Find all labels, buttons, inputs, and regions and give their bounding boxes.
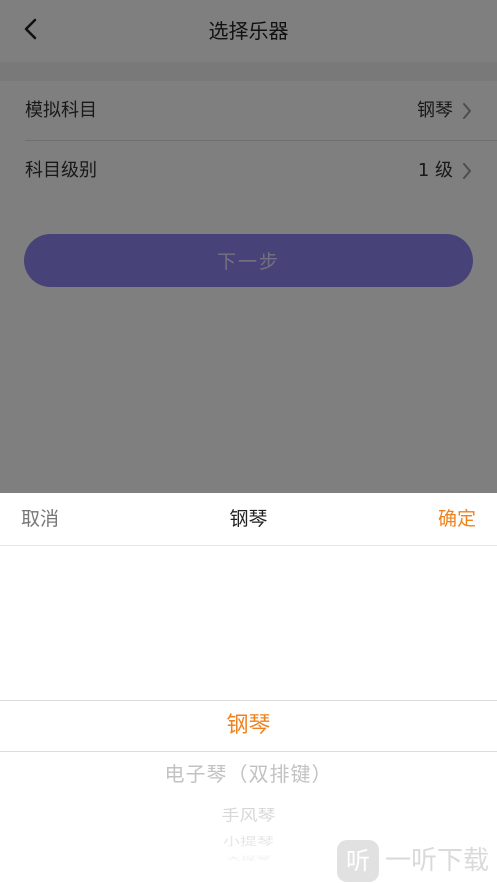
watermark-text: 一听下载 [385,846,490,876]
instrument-picker-sheet: 钢琴 取消 确定 钢琴 电子琴（双排键） 手风琴 小提琴 大提琴 [0,493,497,883]
watermark: 听 一听下载 [337,840,497,883]
picker-option-selected[interactable]: 钢琴 [0,701,497,751]
watermark-logo-char: 听 [346,847,370,875]
picker-option[interactable]: 电子琴（双排键） [0,752,497,796]
confirm-button[interactable]: 确定 [438,493,476,545]
cancel-button[interactable]: 取消 [21,493,59,545]
watermark-logo: 听 [337,840,379,882]
picker-wheel[interactable]: 钢琴 电子琴（双排键） 手风琴 小提琴 大提琴 [0,546,497,883]
picker-title: 钢琴 [229,508,268,530]
picker-option[interactable]: 手风琴 [0,801,497,832]
picker-toolbar: 钢琴 取消 确定 [0,493,497,546]
